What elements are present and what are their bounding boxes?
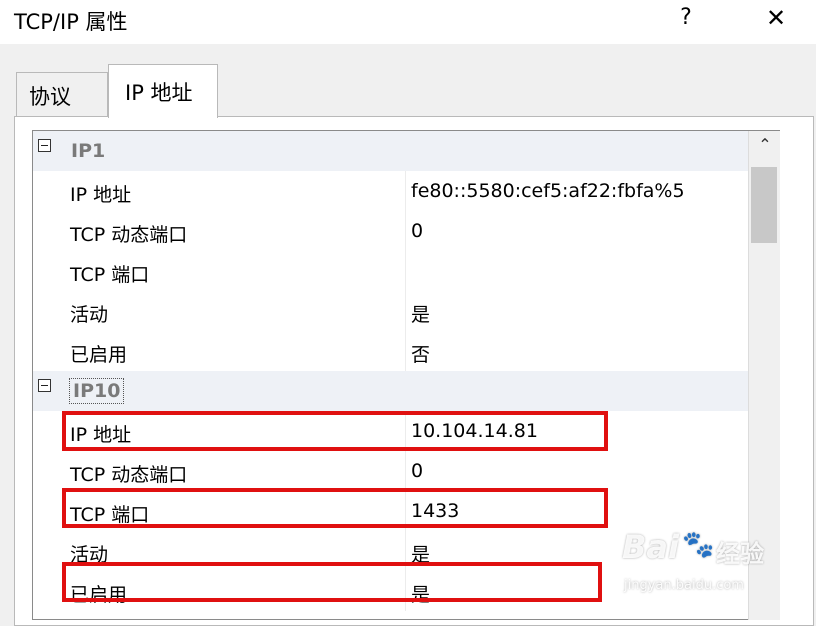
tab-ip-address[interactable]: IP 地址: [108, 64, 218, 118]
tab-protocol[interactable]: 协议: [16, 72, 108, 116]
collapse-icon[interactable]: [38, 139, 51, 152]
property-name: TCP 动态端口: [70, 224, 188, 246]
property-row[interactable]: TCP 动态端口 0: [33, 451, 749, 491]
paw-icon: 🐾: [682, 530, 715, 560]
window-title: TCP/IP 属性: [14, 10, 128, 34]
scroll-thumb[interactable]: [751, 167, 777, 243]
tab-protocol-label: 协议: [29, 85, 71, 109]
watermark-cn: 经验: [716, 540, 764, 568]
property-name: 已启用: [70, 344, 128, 366]
property-value[interactable]: fe80::5580:cef5:af22:fbfa%5: [411, 180, 685, 202]
property-row[interactable]: TCP 端口: [33, 251, 749, 291]
column-divider: [405, 171, 406, 211]
column-divider: [405, 331, 406, 371]
highlight-box-enabled: [62, 562, 602, 602]
property-row[interactable]: 活动 是: [33, 291, 749, 331]
scroll-up-arrow-icon[interactable]: ⌃: [749, 135, 781, 163]
highlight-box-tcp-port: [62, 488, 608, 528]
group-header-ip10[interactable]: IP10: [33, 371, 749, 411]
highlight-box-ip-address: [62, 411, 608, 451]
property-value[interactable]: 0: [411, 460, 423, 482]
collapse-icon[interactable]: [38, 379, 51, 392]
column-divider: [405, 211, 406, 251]
property-value[interactable]: 是: [411, 300, 430, 327]
property-value[interactable]: 0: [411, 220, 423, 242]
watermark-brand: Bai: [622, 528, 679, 566]
watermark-logo: Bai 🐾 经验 jingyan.baidu.com: [622, 528, 782, 604]
tab-ip-address-label: IP 地址: [125, 81, 193, 105]
group-header-ip1[interactable]: IP1: [33, 131, 749, 171]
close-button[interactable]: ✕: [748, 0, 804, 40]
column-divider: [405, 251, 406, 291]
group-label: IP10: [68, 378, 125, 404]
property-row[interactable]: TCP 动态端口 0: [33, 211, 749, 251]
property-value[interactable]: 否: [411, 340, 430, 367]
property-name: IP 地址: [70, 184, 132, 206]
property-name: TCP 动态端口: [70, 464, 188, 486]
help-button[interactable]: ?: [664, 0, 708, 40]
title-bar: TCP/IP 属性 ? ✕: [0, 0, 816, 44]
group-label: IP1: [71, 140, 106, 162]
column-divider: [405, 451, 406, 491]
property-name: TCP 端口: [70, 264, 150, 286]
property-row[interactable]: IP 地址 fe80::5580:cef5:af22:fbfa%5: [33, 171, 749, 211]
property-name: 活动: [70, 304, 109, 326]
watermark-url: jingyan.baidu.com: [624, 578, 744, 593]
column-divider: [405, 291, 406, 331]
property-row[interactable]: 已启用 否: [33, 331, 749, 371]
